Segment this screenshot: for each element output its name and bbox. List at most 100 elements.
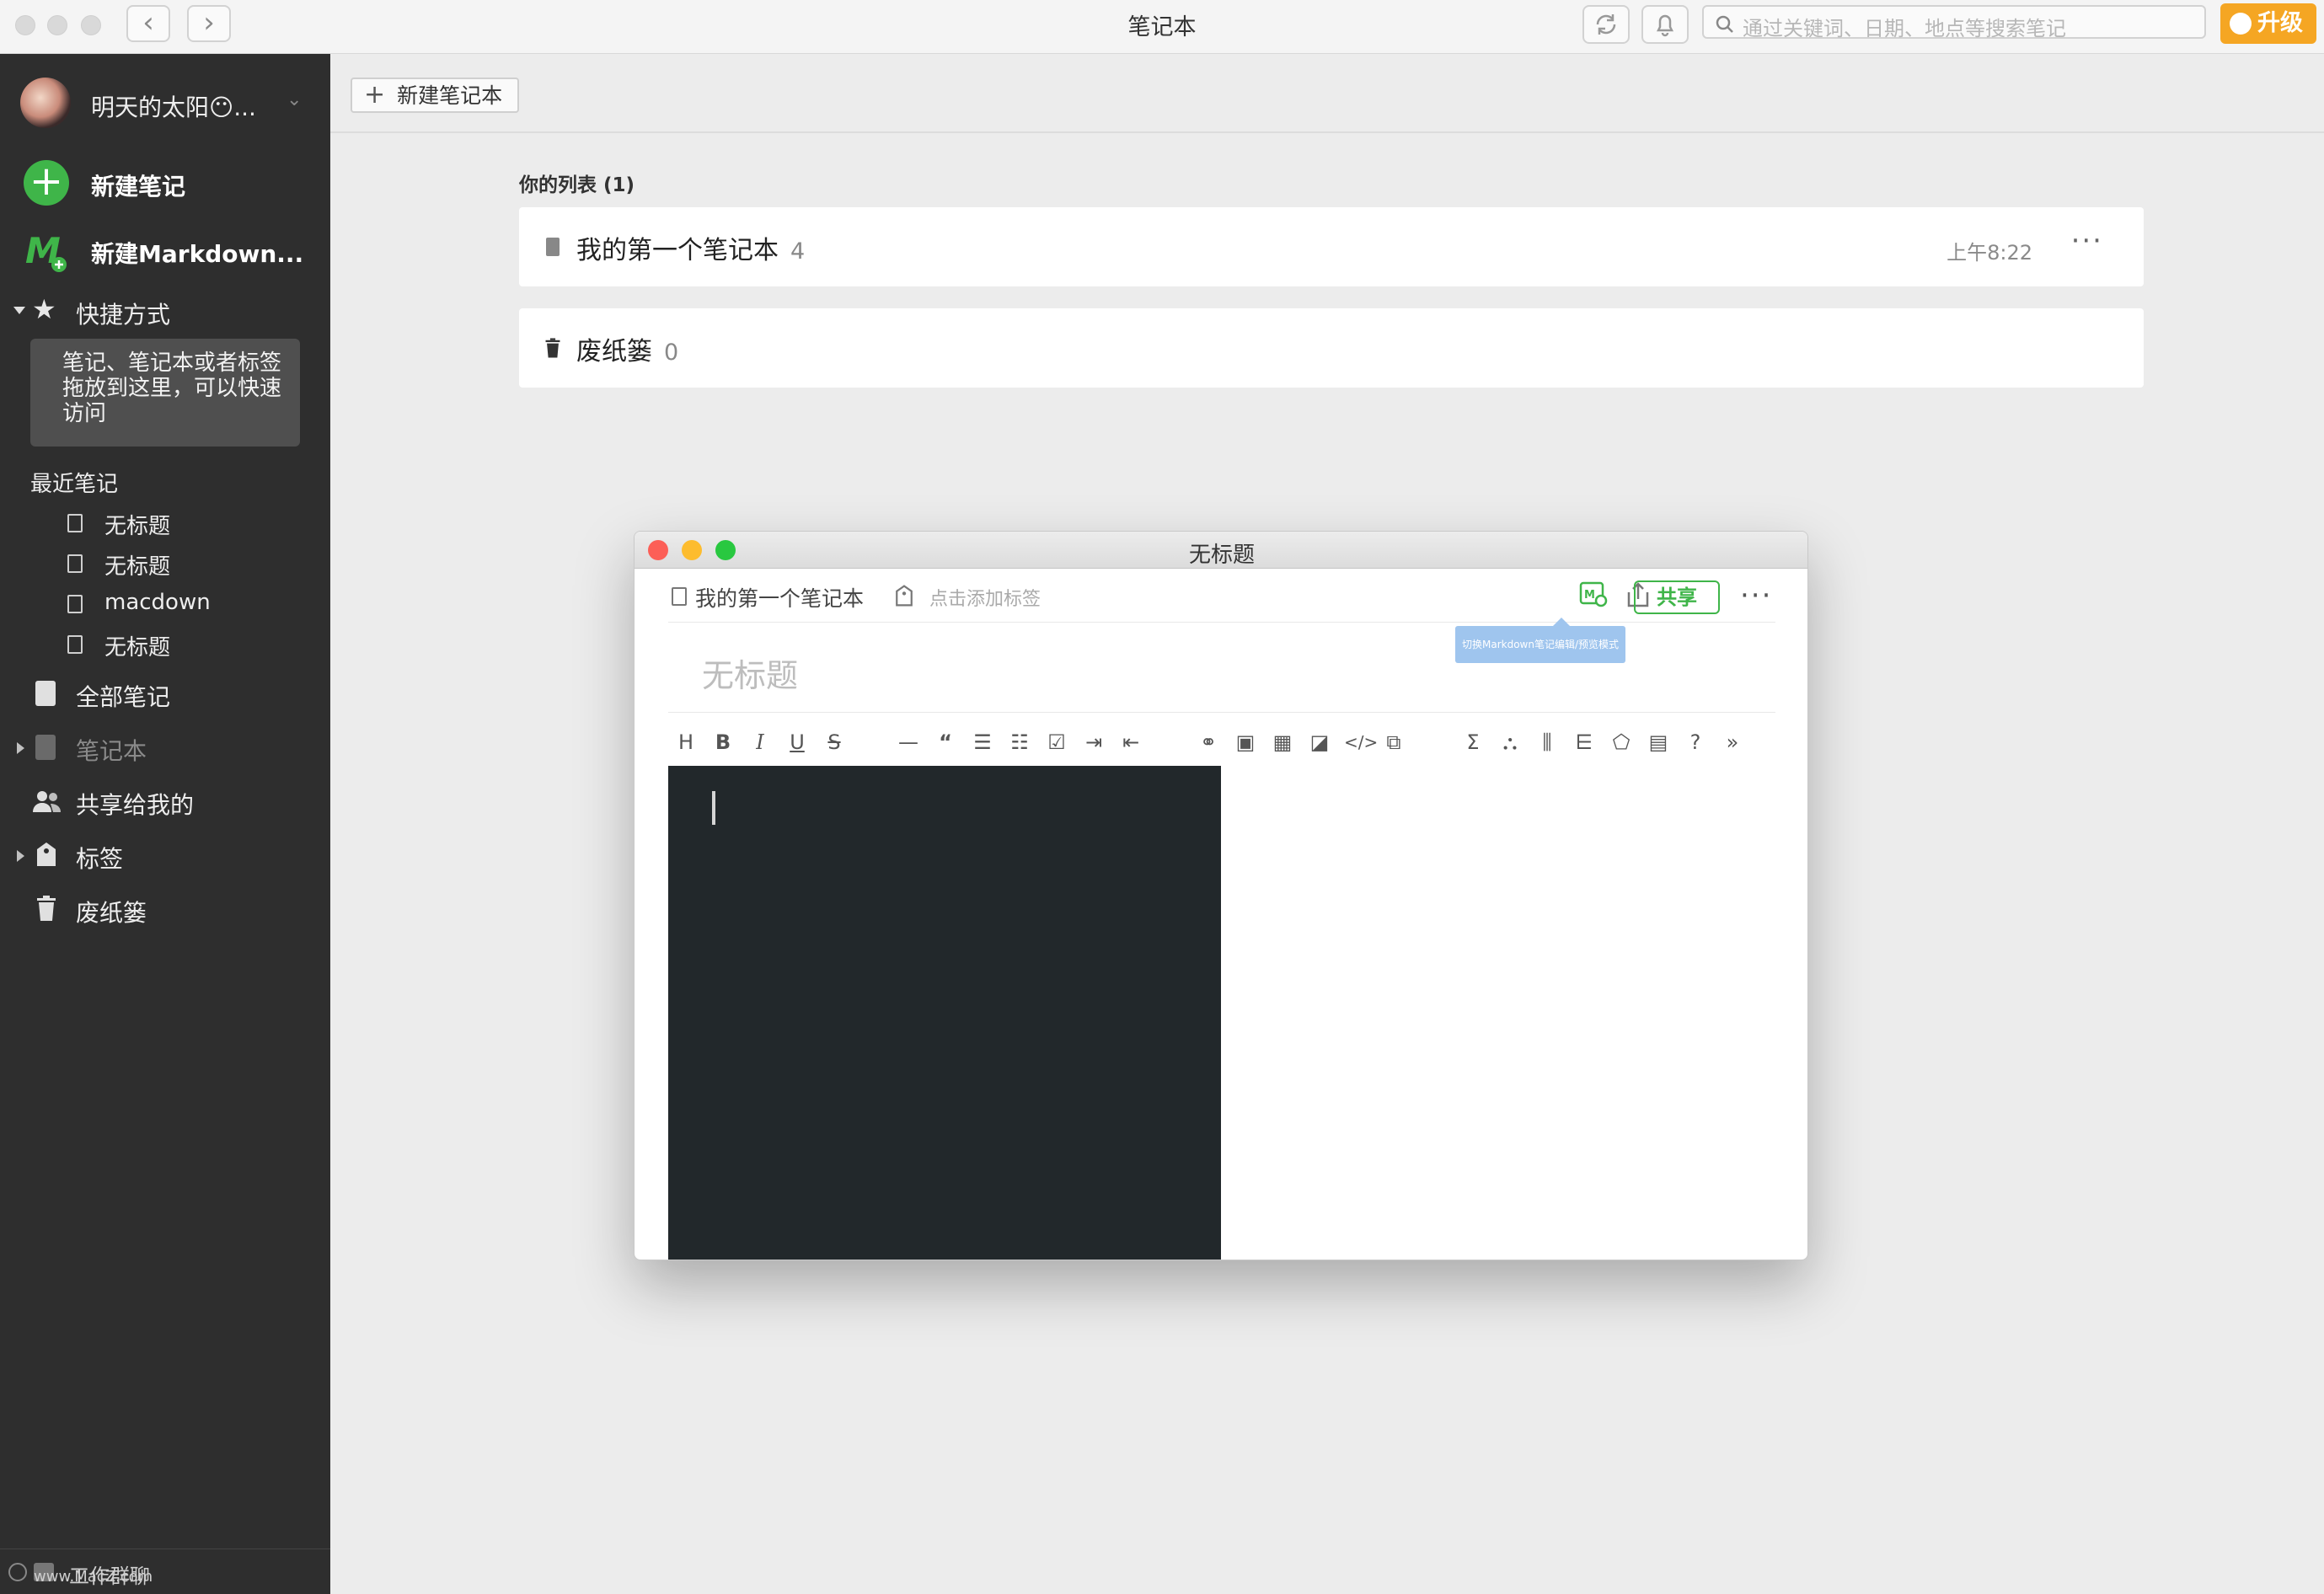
expand-shortcuts-icon[interactable] — [13, 307, 25, 314]
sidebar-item-shared[interactable]: 共享给我的 — [0, 777, 330, 827]
horizontal-rule-icon[interactable]: — — [896, 730, 921, 755]
note-meta-bar: 我的第一个笔记本 点击添加标签 M — [668, 569, 1775, 623]
chart-icon[interactable]: ◪ — [1307, 730, 1332, 755]
add-tag-input[interactable]: 点击添加标签 — [929, 584, 1041, 611]
trash-card[interactable]: 废纸篓 0 — [519, 308, 2144, 388]
note-editor-window: 无标题 我的第一个笔记本 点击添加标签 M 共享 ··· 切换Markdown笔… — [634, 531, 1808, 1260]
chat-icon — [8, 1563, 27, 1581]
sidebar-item-trash[interactable]: 废纸篓 — [0, 885, 330, 935]
sidebar: 明天的太阳😶... ⌄ + 新建笔记 M 新建Markdown... ★ 快捷方… — [0, 54, 330, 1594]
markdown-logo-icon: M — [25, 230, 67, 272]
markdown-source-pane[interactable] — [668, 766, 1221, 1260]
sidebar-item-label: 全部笔记 — [76, 683, 171, 711]
recent-note-title: macdown — [104, 590, 211, 615]
search-icon — [1716, 15, 1733, 33]
sidebar-item-notebooks[interactable]: 笔记本 — [0, 723, 330, 773]
toc-icon[interactable]: ▤ — [1646, 730, 1671, 755]
recent-note-title: 无标题 — [104, 635, 171, 661]
formula-icon[interactable]: Σ — [1460, 730, 1486, 755]
new-notebook-button[interactable]: + 新建笔记本 — [351, 78, 519, 113]
underline-icon[interactable]: U — [784, 730, 810, 755]
new-note-button[interactable]: 新建笔记 — [91, 168, 185, 202]
more-options-icon[interactable]: ··· — [2071, 224, 2103, 258]
recent-note-item[interactable]: macdown — [0, 585, 330, 622]
recent-note-item[interactable]: 无标题 — [0, 625, 330, 662]
notebook-time: 上午8:22 — [1946, 241, 2032, 265]
trash-name-text: 废纸篓 — [576, 337, 652, 366]
recent-note-item[interactable]: 无标题 — [0, 504, 330, 541]
user-menu[interactable]: 明天的太阳😶... ⌄ — [0, 72, 330, 136]
markdown-toggle-tooltip: 切换Markdown笔记编辑/预览模式 — [1455, 618, 1625, 663]
flowchart-icon[interactable]: ⛬ — [1497, 730, 1523, 755]
notebook-card[interactable]: 我的第一个笔记本 4 上午8:22 ··· — [519, 207, 2144, 286]
more-options-icon[interactable]: ··· — [1740, 579, 1772, 612]
people-icon — [33, 791, 61, 812]
note-title-input[interactable]: 无标题 — [702, 650, 798, 696]
formatting-toolbar: H B I U S — “ ☰ ☷ ☑ ⇥ ⇤ ⚭ ▣ ▦ ◪ </> ⧉ Σ … — [668, 712, 1775, 771]
sidebar-item-label: 标签 — [76, 845, 124, 873]
upgrade-button[interactable]: 升级 — [2220, 3, 2316, 44]
sync-button[interactable] — [1582, 5, 1630, 44]
trash-icon — [545, 338, 560, 358]
checkbox-icon[interactable]: ☑ — [1044, 730, 1069, 755]
list-title: 你的列表 (1) — [519, 174, 635, 196]
indent-icon[interactable]: ⇥ — [1081, 730, 1106, 755]
link-icon[interactable]: ⚭ — [1196, 730, 1221, 755]
sidebar-item-all-notes[interactable]: 全部笔记 — [0, 669, 330, 719]
shortcuts-header[interactable]: 快捷方式 — [76, 297, 170, 330]
upgrade-label: 升级 — [2257, 10, 2303, 36]
heading-icon[interactable]: H — [673, 730, 699, 755]
chevron-down-icon: ⌄ — [286, 89, 303, 110]
outdent-icon[interactable]: ⇤ — [1118, 730, 1143, 755]
work-chat-footer[interactable]: 工作群聊 www.MacZ.com — [0, 1549, 330, 1594]
search-placeholder: 通过关键词、日期、地点等搜索笔记 — [1743, 17, 2066, 40]
gantt-icon[interactable]: ⋿ — [1572, 730, 1597, 755]
recent-note-item[interactable]: 无标题 — [0, 544, 330, 581]
editor-title-bar: 无标题 — [635, 532, 1807, 569]
bullet-list-icon[interactable]: ☰ — [970, 730, 995, 755]
strikethrough-icon[interactable]: S — [822, 730, 847, 755]
notebook-icon — [672, 587, 687, 606]
expand-tags-icon[interactable] — [17, 850, 24, 862]
svg-text:M: M — [1584, 589, 1595, 602]
notification-button[interactable] — [1641, 5, 1689, 44]
code-icon[interactable]: </> — [1344, 730, 1378, 755]
note-icon — [67, 554, 83, 573]
notebook-toolbar: + 新建笔记本 — [330, 54, 2324, 133]
italic-icon[interactable]: I — [747, 730, 773, 755]
trash-name: 废纸篓 0 — [576, 330, 678, 367]
theme-icon[interactable]: ⬠ — [1609, 730, 1634, 755]
new-notebook-label: 新建笔记本 — [397, 83, 503, 108]
bell-icon — [1656, 14, 1674, 37]
bold-icon[interactable]: B — [710, 730, 736, 755]
trash-count: 0 — [664, 340, 679, 366]
help-icon[interactable]: ? — [1683, 730, 1708, 755]
note-icon — [67, 595, 83, 613]
note-notebook-selector[interactable]: 我的第一个笔记本 — [695, 582, 864, 612]
note-icon — [67, 635, 83, 654]
sync-icon — [1596, 14, 1616, 35]
markdown-preview-toggle-icon[interactable]: M — [1578, 580, 1609, 609]
sidebar-item-tags[interactable]: 标签 — [0, 831, 330, 881]
numbered-list-icon[interactable]: ☷ — [1007, 730, 1032, 755]
shortcut-drop-zone[interactable]: 笔记、笔记本或者标签拖放到这里，可以快速访问 — [30, 339, 300, 447]
user-name: 明天的太阳😶... — [91, 94, 256, 121]
sidebar-item-label: 笔记本 — [76, 737, 147, 765]
more-tools-icon[interactable]: » — [1720, 730, 1745, 755]
recent-note-title: 无标题 — [104, 514, 171, 539]
new-markdown-button[interactable]: 新建Markdown... — [91, 236, 303, 270]
quote-icon[interactable]: “ — [933, 730, 958, 755]
sequence-diagram-icon[interactable]: ⫼ — [1534, 730, 1560, 755]
tag-icon — [896, 585, 913, 607]
tag-icon — [37, 842, 56, 866]
notebook-name: 我的第一个笔记本 4 — [576, 229, 805, 266]
title-bar: ‹ › 笔记本 通过关键词、日期、地点等搜索笔记 升级 — [0, 0, 2324, 54]
image-icon[interactable]: ▣ — [1233, 730, 1258, 755]
table-icon[interactable]: ▦ — [1270, 730, 1295, 755]
share-button[interactable]: 共享 — [1634, 580, 1720, 614]
text-cursor — [712, 791, 715, 825]
notes-icon — [35, 681, 56, 706]
expand-notebooks-icon[interactable] — [17, 742, 24, 754]
code-block-icon[interactable]: ⧉ — [1381, 730, 1406, 755]
search-input[interactable]: 通过关键词、日期、地点等搜索笔记 — [1702, 5, 2206, 40]
